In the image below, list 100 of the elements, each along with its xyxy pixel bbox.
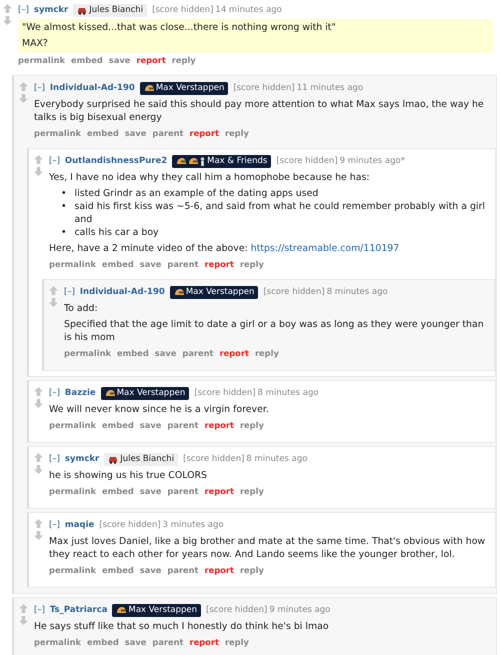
username-link[interactable]: Ts_Patriarca (50, 602, 108, 619)
comment-text: MAX? (22, 37, 49, 50)
username-link[interactable]: symckr (34, 2, 68, 19)
downvote-icon[interactable] (49, 298, 58, 307)
action-link[interactable]: save (140, 563, 162, 578)
action-link[interactable]: reply (240, 257, 264, 272)
action-link[interactable]: embed (117, 346, 149, 361)
report-link[interactable]: report (204, 484, 234, 499)
timestamp: 3 minutes ago (162, 519, 224, 532)
action-link[interactable]: permalink (49, 257, 96, 272)
video-link[interactable]: https://streamable.com/110197 (250, 243, 400, 254)
downvote-icon[interactable] (19, 94, 28, 103)
collapse-toggle[interactable]: [–] (49, 385, 60, 402)
report-link[interactable]: report (190, 635, 219, 650)
action-link[interactable]: permalink (49, 484, 96, 499)
action-link[interactable]: parent (167, 484, 199, 499)
action-link[interactable]: embed (71, 53, 103, 68)
upvote-icon[interactable] (34, 453, 43, 462)
upvote-icon[interactable] (19, 82, 28, 91)
timestamp: 11 minutes ago (296, 82, 364, 95)
action-link[interactable]: permalink (34, 126, 82, 141)
report-link[interactable]: report (204, 257, 234, 272)
action-link[interactable]: parent (152, 635, 184, 650)
action-link[interactable]: parent (182, 346, 214, 361)
upvote-icon[interactable] (49, 286, 58, 295)
action-link[interactable]: permalink (49, 418, 96, 433)
report-link[interactable]: report (136, 53, 166, 68)
action-link[interactable]: permalink (64, 346, 112, 361)
action-link[interactable]: embed (102, 484, 134, 499)
upvote-icon[interactable] (3, 4, 12, 13)
username-link[interactable]: Bazzie (64, 385, 96, 402)
comment-text: To add: (64, 302, 99, 315)
action-link[interactable]: embed (102, 257, 134, 272)
action-link[interactable]: save (124, 126, 146, 141)
action-link[interactable]: save (140, 418, 162, 433)
upvote-icon[interactable] (34, 155, 43, 164)
upvote-icon[interactable] (19, 604, 28, 613)
username-link[interactable]: maqie (64, 517, 94, 534)
upvote-icon[interactable] (34, 387, 43, 396)
action-link[interactable]: parent (167, 257, 199, 272)
downvote-icon[interactable] (34, 399, 43, 408)
action-link[interactable]: embed (87, 635, 119, 650)
action-link[interactable]: save (140, 484, 162, 499)
collapse-toggle[interactable]: [–] (49, 153, 60, 170)
collapse-toggle[interactable]: [–] (64, 284, 75, 301)
score-label: [score hidden] (206, 604, 268, 617)
timestamp: 8 minutes ago (246, 453, 308, 466)
comment-text: Yes, I have no idea why they call him a homophobe because he has: (49, 171, 371, 184)
flair-text: Max Verstappen (156, 82, 224, 95)
helmet-icon (188, 157, 198, 166)
action-link[interactable]: save (124, 635, 146, 650)
report-link[interactable]: report (190, 126, 219, 141)
action-link[interactable]: reply (224, 126, 249, 141)
action-link[interactable]: reply (240, 418, 264, 433)
action-link[interactable]: reply (240, 563, 264, 578)
downvote-icon[interactable] (3, 16, 12, 25)
flair-text: Jules Bianchi (89, 4, 144, 17)
comment-text: We will never know since he is a virgin forever. (49, 403, 270, 416)
report-link[interactable]: report (204, 563, 234, 578)
timestamp: 8 minutes ago (326, 286, 388, 299)
action-link[interactable]: parent (167, 563, 199, 578)
action-link[interactable]: save (108, 53, 130, 68)
action-link[interactable]: permalink (34, 635, 82, 650)
action-link[interactable]: save (140, 257, 162, 272)
report-link[interactable]: report (220, 346, 249, 361)
collapse-toggle[interactable]: [–] (34, 602, 45, 619)
action-link[interactable]: embed (87, 126, 119, 141)
action-link[interactable]: reply (240, 484, 264, 499)
action-link[interactable]: reply (254, 346, 279, 361)
action-link[interactable]: permalink (18, 53, 66, 68)
action-link[interactable]: embed (102, 418, 134, 433)
action-link[interactable]: reply (224, 635, 249, 650)
score-label: [score hidden] (99, 519, 161, 532)
downvote-icon[interactable] (19, 616, 28, 625)
action-link[interactable]: reply (172, 53, 196, 68)
upvote-icon[interactable] (34, 519, 43, 528)
downvote-icon[interactable] (34, 465, 43, 474)
collapse-toggle[interactable]: [–] (49, 517, 60, 534)
action-link[interactable]: save (154, 346, 176, 361)
report-link[interactable]: report (204, 418, 234, 433)
collapse-toggle[interactable]: [–] (49, 451, 60, 468)
action-link[interactable]: parent (167, 418, 199, 433)
collapse-toggle[interactable]: [–] (34, 80, 45, 97)
score-label: [score hidden] (233, 82, 295, 95)
downvote-icon[interactable] (34, 167, 43, 176)
timestamp: 14 minutes ago (215, 4, 282, 17)
comment-text: Specified that the age limit to date a girl or a boy was as long as they were younger than is his mom (64, 318, 485, 344)
downvote-icon[interactable] (34, 531, 43, 540)
helmet-icon (176, 157, 186, 166)
username-link[interactable]: symckr (64, 451, 100, 468)
username-link[interactable]: OutlandishnessPure2 (64, 153, 168, 170)
helmet-icon (104, 389, 115, 398)
action-link[interactable]: parent (152, 126, 184, 141)
figure-icon (200, 157, 206, 166)
action-link[interactable]: permalink (49, 563, 96, 578)
collapse-toggle[interactable]: [–] (18, 2, 29, 19)
action-link[interactable]: embed (102, 563, 134, 578)
username-link[interactable]: Individual-Ad-190 (50, 80, 135, 97)
username-link[interactable]: Individual-Ad-190 (80, 284, 165, 301)
flair-text: Max Verstappen (186, 286, 254, 299)
